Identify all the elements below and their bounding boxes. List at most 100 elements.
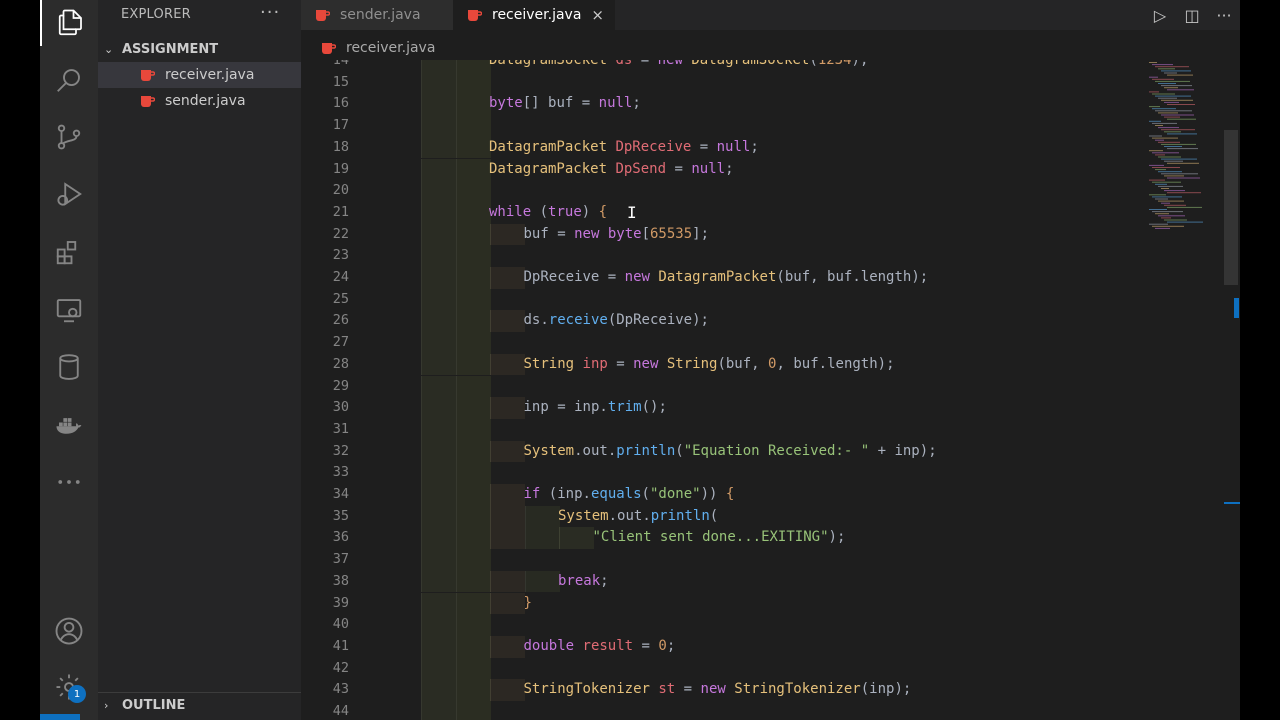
explorer-icon[interactable] bbox=[40, 0, 100, 46]
folder-assignment[interactable]: ⌄ ASSIGNMENT bbox=[98, 38, 301, 60]
code-line[interactable]: 20 bbox=[301, 180, 1141, 202]
more-actions-icon[interactable]: ··· bbox=[1208, 6, 1240, 25]
minimap-line bbox=[1158, 215, 1185, 217]
file-item-receiver[interactable]: receiver.java bbox=[98, 62, 301, 88]
split-editor-icon[interactable]: ◫ bbox=[1176, 6, 1208, 25]
indent-guide bbox=[455, 592, 491, 615]
code-line[interactable]: 31 bbox=[301, 418, 1141, 441]
code-line[interactable]: 36 "Client sent done...EXITING"); bbox=[301, 527, 1141, 550]
explorer-more-icon[interactable]: ··· bbox=[260, 2, 280, 23]
minimap-line bbox=[1149, 135, 1162, 137]
indent-guide bbox=[421, 397, 456, 419]
code-line[interactable]: 25 bbox=[301, 288, 1141, 311]
database-icon[interactable] bbox=[40, 344, 98, 390]
minimap-line bbox=[1161, 173, 1198, 175]
indent-guide bbox=[524, 570, 560, 593]
indent-guide bbox=[455, 353, 491, 376]
minimap-line bbox=[1152, 167, 1180, 168]
indent-guide bbox=[421, 115, 456, 137]
code-line[interactable]: 38 break; bbox=[301, 570, 1141, 593]
scrollbar-indicator bbox=[1224, 502, 1240, 504]
code-line[interactable]: 28 String inp = new String(buf, 0, buf.le… bbox=[301, 353, 1141, 376]
code-line[interactable]: 19 DatagramPacket DpSend = null; bbox=[301, 158, 1141, 181]
code-line[interactable]: 21 while (true) { bbox=[301, 201, 1141, 224]
code-text: DatagramPacket DpSend = null; bbox=[489, 160, 734, 177]
code-line[interactable]: 32 System.out.println("Equation Received:… bbox=[301, 440, 1141, 463]
settings-gear-icon[interactable]: 1 bbox=[40, 664, 98, 710]
code-line[interactable]: 26 ds.receive(DpReceive); bbox=[301, 310, 1141, 333]
indent-guide bbox=[421, 71, 456, 94]
indent-guide bbox=[421, 614, 456, 636]
indent-guide bbox=[421, 375, 456, 398]
minimap-line bbox=[1167, 192, 1201, 194]
indent-guide bbox=[455, 462, 491, 484]
minimap-line bbox=[1161, 188, 1169, 189]
tab-sender[interactable]: sender.java bbox=[301, 0, 453, 30]
indent-guide bbox=[421, 679, 456, 701]
code-line[interactable]: 39} bbox=[301, 592, 1141, 615]
minimap-line bbox=[1152, 181, 1181, 183]
file-item-sender[interactable]: sender.java bbox=[98, 88, 301, 114]
run-icon[interactable]: ▷ bbox=[1144, 6, 1176, 25]
indent-guide bbox=[455, 332, 491, 354]
minimap-line bbox=[1161, 114, 1194, 116]
code-line[interactable]: 14 DatagramSocket ds = new DatagramSocket… bbox=[301, 60, 1141, 72]
code-line[interactable]: 44 bbox=[301, 701, 1141, 720]
search-icon[interactable] bbox=[40, 57, 98, 103]
code-text: System.out.println( bbox=[558, 507, 719, 524]
code-line[interactable]: 41 double result = 0; bbox=[301, 635, 1141, 658]
remote-explorer-icon[interactable] bbox=[40, 287, 98, 333]
minimap-line bbox=[1155, 139, 1164, 141]
indent-guide bbox=[490, 397, 525, 419]
indent-guide bbox=[421, 267, 456, 289]
indent-guide bbox=[421, 223, 456, 246]
scrollbar-thumb[interactable] bbox=[1224, 130, 1238, 285]
breadcrumb: receiver.java bbox=[301, 36, 435, 60]
line-number: 33 bbox=[332, 464, 349, 481]
more-views-icon[interactable] bbox=[40, 459, 98, 505]
minimap-line bbox=[1167, 206, 1202, 208]
code-line[interactable]: 18 DatagramPacket DpReceive = null; bbox=[301, 136, 1141, 159]
docker-icon[interactable] bbox=[40, 402, 98, 448]
minimap-line bbox=[1167, 74, 1193, 76]
code-line[interactable]: 33 bbox=[301, 462, 1141, 484]
explorer-sidebar: EXPLORER ··· ⌄ ASSIGNMENT receiver.java … bbox=[98, 0, 301, 720]
extensions-icon[interactable] bbox=[40, 229, 98, 275]
indent-guide bbox=[490, 223, 525, 246]
code-line[interactable]: 23 bbox=[301, 245, 1141, 267]
minimap-line bbox=[1167, 221, 1203, 223]
indent-guide bbox=[455, 440, 491, 463]
code-text: DatagramPacket DpReceive = null; bbox=[489, 138, 759, 155]
code-line[interactable]: 30 inp = inp.trim(); bbox=[301, 397, 1141, 419]
code-line[interactable]: 24 DpReceive = new DatagramPacket(buf, bu… bbox=[301, 267, 1141, 289]
code-line[interactable]: 15 bbox=[301, 71, 1141, 94]
editor-actions: ▷ ◫ ··· bbox=[1144, 0, 1240, 30]
code-line[interactable]: 40 bbox=[301, 614, 1141, 636]
line-number: 26 bbox=[332, 312, 349, 329]
code-line[interactable]: 16 byte[] buf = null; bbox=[301, 93, 1141, 116]
code-line[interactable]: 42 bbox=[301, 657, 1141, 680]
indent-guide bbox=[421, 418, 456, 441]
code-line[interactable]: 43 StringTokenizer st = new StringTokeniz… bbox=[301, 679, 1141, 701]
run-debug-icon[interactable] bbox=[40, 171, 98, 217]
code-line[interactable]: 22 buf = new byte[65535]; bbox=[301, 223, 1141, 246]
source-control-icon[interactable] bbox=[40, 114, 98, 160]
minimap[interactable] bbox=[1145, 60, 1225, 230]
outline-section[interactable]: › OUTLINE bbox=[98, 692, 301, 717]
code-line[interactable]: 17 bbox=[301, 115, 1141, 137]
minimap-line bbox=[1164, 219, 1187, 221]
line-number: 41 bbox=[332, 637, 349, 654]
code-line[interactable]: 29 bbox=[301, 375, 1141, 398]
breadcrumb-file[interactable]: receiver.java bbox=[346, 40, 435, 56]
minimap-line bbox=[1152, 211, 1183, 213]
close-icon[interactable]: × bbox=[591, 6, 604, 24]
code-editor[interactable]: 14 DatagramSocket ds = new DatagramSocket… bbox=[301, 60, 1240, 720]
code-line[interactable]: 35 System.out.println( bbox=[301, 505, 1141, 528]
code-line[interactable]: 34 if (inp.equals("done")) { bbox=[301, 484, 1141, 506]
tab-receiver[interactable]: receiver.java × bbox=[453, 0, 615, 30]
line-number: 44 bbox=[332, 703, 349, 719]
code-line[interactable]: 27 bbox=[301, 332, 1141, 354]
account-icon[interactable] bbox=[40, 608, 98, 654]
indent-guide bbox=[421, 484, 456, 506]
code-line[interactable]: 37 bbox=[301, 549, 1141, 571]
